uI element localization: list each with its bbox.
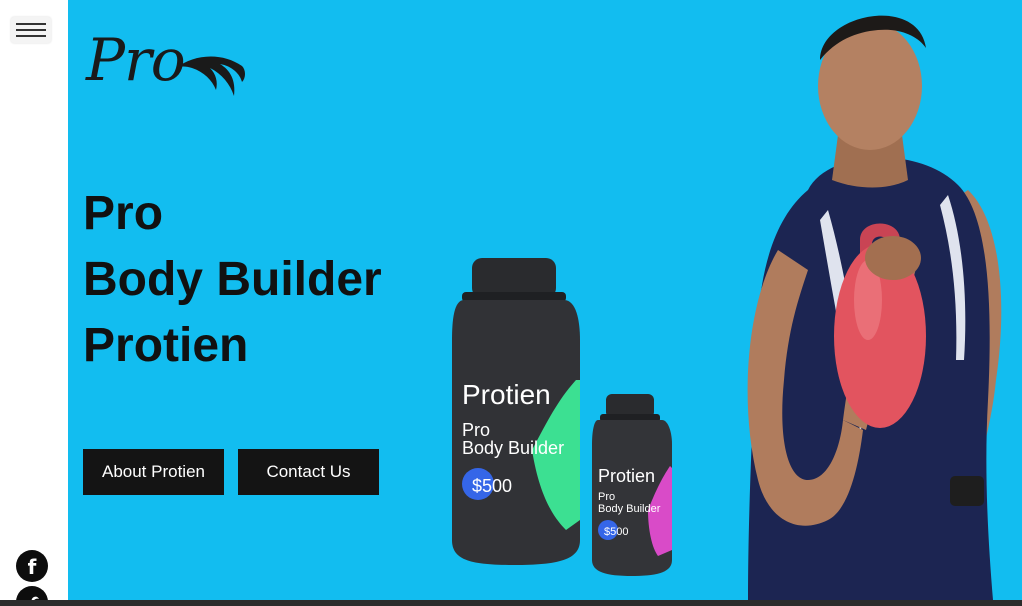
- about-protien-button[interactable]: About Protien: [83, 449, 224, 495]
- athlete-image: [747, 15, 1002, 600]
- logo-text: Pro: [86, 26, 186, 94]
- protein-bottle-large: Protien Pro Body Builder $500: [452, 258, 580, 565]
- hamburger-menu-icon[interactable]: [11, 17, 51, 43]
- protein-bottle-small: Protien Pro Body Builder $500: [592, 394, 672, 576]
- contact-us-button[interactable]: Contact Us: [238, 449, 379, 495]
- headline-line-3: Protien: [83, 319, 249, 372]
- brand-logo[interactable]: Pro: [86, 26, 245, 106]
- facebook-icon[interactable]: f: [16, 550, 48, 582]
- bottom-bar: [0, 600, 1022, 606]
- large-bottle-title: Protien: [462, 379, 551, 410]
- hero-illustration: Protien Pro Body Builder $500 Protien Pr…: [452, 15, 1002, 600]
- small-bottle-price: $500: [604, 526, 628, 538]
- large-bottle-price: $500: [472, 476, 512, 496]
- small-bottle-title: Protien: [598, 466, 655, 486]
- hero-section: Pro Pro Body Builder Protien About Proti…: [68, 0, 1022, 600]
- facebook-glyph: f: [27, 555, 37, 579]
- large-bottle-line1: Pro: [462, 420, 490, 440]
- large-bottle-line2: Body Builder: [462, 438, 564, 458]
- page: f Pro Pro Body Builder Protien About Pro…: [0, 0, 1022, 606]
- logo-swoosh-icon: [176, 56, 245, 96]
- headline-line-2: Body Builder: [83, 253, 382, 306]
- headline-line-1: Pro: [83, 187, 164, 240]
- small-bottle-line2: Body Builder: [598, 503, 661, 515]
- sidebar: f: [0, 0, 68, 606]
- small-bottle-line1: Pro: [598, 491, 615, 503]
